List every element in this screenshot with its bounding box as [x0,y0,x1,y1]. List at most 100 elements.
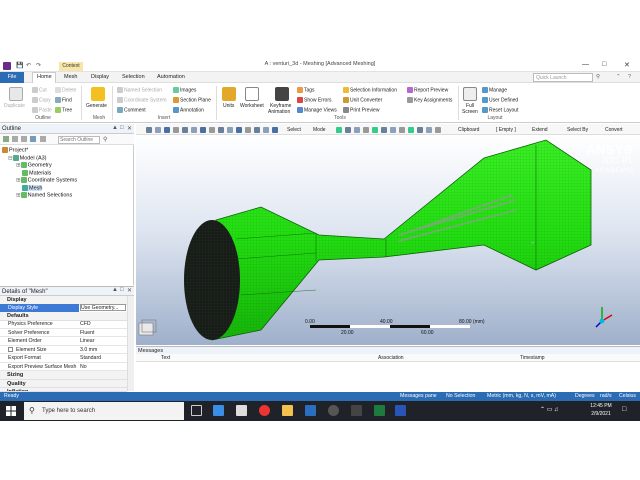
task-view-icon[interactable] [191,405,202,416]
detail-value[interactable]: Fluent [80,329,94,337]
detail-value[interactable]: 3.0 mm [80,346,97,354]
minimize-button[interactable]: — [582,61,589,68]
dock-icon[interactable]: □ [120,287,124,293]
tags-button[interactable]: Tags [297,87,315,93]
duplicate-button[interactable]: Duplicate [4,103,25,109]
section-quality[interactable]: Quality [0,379,127,388]
worksheet-button[interactable]: Worksheet [240,103,264,109]
excel-icon[interactable] [374,405,385,416]
photos-icon[interactable] [305,405,316,416]
toolbar-tool-icon[interactable] [390,127,396,133]
workbench-icon[interactable] [351,405,362,416]
units-button[interactable]: Units [223,103,234,109]
key-assignments-button[interactable]: Key Assignments [407,97,452,103]
select-button[interactable]: Select [287,127,301,133]
venturi-mesh-view[interactable]: + [136,135,640,345]
temperature-units[interactable]: Celsius [619,393,636,399]
toolbar-tool-icon[interactable] [155,127,161,133]
tree-node-geometry[interactable]: ⊞ Geometry [16,162,52,168]
tree-filter-icon[interactable] [3,136,9,142]
full-screen-button-line2[interactable]: Screen [462,109,478,115]
mail-icon[interactable] [213,405,224,416]
selection-information-button[interactable]: Selection Information [343,87,397,93]
col-header-association[interactable]: Association [378,355,404,361]
annotation-button[interactable]: Annotation [173,107,204,113]
detail-row[interactable]: Physics Preference CFD [0,320,127,329]
named-selection-button[interactable]: Named Selection [117,87,162,93]
coordinate-system-button[interactable]: Coordinate System [117,97,167,103]
tree-node-project[interactable]: Project* [2,147,28,153]
close-panel-icon[interactable]: ✕ [127,125,132,132]
tab-file[interactable]: File [0,72,24,83]
mode-dropdown[interactable]: Mode [313,127,326,133]
comment-button[interactable]: Comment [117,107,146,113]
search-outline-input[interactable] [58,136,100,144]
tree-node-coordinate-systems[interactable]: ⊞ Coordinate Systems [16,177,77,183]
tab-automation[interactable]: Automation [157,74,185,80]
toolbar-tool-icon[interactable] [200,127,206,133]
notifications-icon[interactable]: □ [622,406,626,413]
toolbar-tool-icon[interactable] [399,127,405,133]
toolbar-tool-icon[interactable] [209,127,215,133]
toolbar-tool-icon[interactable] [354,127,360,133]
messages-pane-toggle[interactable]: Messages pane [400,393,437,399]
detail-value[interactable]: Standard [80,354,101,362]
close-button[interactable]: ✕ [624,61,630,69]
store-icon[interactable] [236,405,247,416]
collapse-all-icon[interactable] [21,136,27,142]
toolbar-tool-icon[interactable] [164,127,170,133]
reset-layout-button[interactable]: Reset Layout [482,107,518,113]
detail-row[interactable]: Export Format Standard [0,354,127,363]
toolbar-tool-icon[interactable] [146,127,152,133]
save-icon[interactable]: 💾 [16,62,23,69]
toolbar-tool-icon[interactable] [263,127,269,133]
toolbar-tool-icon[interactable] [417,127,423,133]
help-icon[interactable]: ? [628,74,631,80]
toolbar-tool-icon[interactable] [381,127,387,133]
redo-icon[interactable]: ↷ [36,62,41,69]
display-style-dropdown[interactable]: Use Geometry... [80,304,126,311]
manage-views-button[interactable]: Manage Views [297,107,337,113]
unit-converter-button[interactable]: Unit Converter [343,97,382,103]
details-scrollbar[interactable] [127,296,134,391]
detail-row[interactable]: Export Preview Surface Mesh No [0,363,127,371]
section-sizing[interactable]: Sizing [0,371,127,380]
copy-button[interactable]: Copy [32,97,51,103]
toolbar-tool-icon[interactable] [435,127,441,133]
maximize-button[interactable]: □ [602,61,606,68]
sort-icon[interactable] [30,136,36,142]
show-errors-button[interactable]: Show Errors [297,97,332,103]
windows-start-icon[interactable] [6,406,16,416]
tab-mesh[interactable]: Mesh [64,74,77,80]
rotation-units[interactable]: rad/s [600,393,612,399]
toolbar-tool-icon[interactable] [345,127,351,133]
taskbar-clock[interactable]: 12:45 PM 2/9/2021 [586,402,616,418]
detail-value[interactable]: No [80,363,87,371]
images-button[interactable]: Images [173,87,196,93]
pin-icon[interactable]: ▲ [112,287,118,293]
report-preview-button[interactable]: Report Preview [407,87,448,93]
col-header-timestamp[interactable]: Timestamp [520,355,545,361]
unit-system[interactable]: Metric (mm, kg, N, s, mV, mA) [487,393,556,399]
detail-row[interactable]: Solver Preference Fluent [0,329,127,337]
find-button[interactable]: Find [55,97,72,103]
toolbar-tool-icon[interactable] [372,127,378,133]
toolbar-tool-icon[interactable] [227,127,233,133]
tab-selection[interactable]: Selection [122,74,145,80]
tab-home[interactable]: Home [37,74,52,80]
taskbar-search-box[interactable]: Type here to search [24,402,184,420]
meshing-app-icon[interactable] [395,405,406,416]
parameter-checkbox[interactable] [8,346,13,352]
close-panel-icon[interactable]: ✕ [127,287,132,294]
print-preview-button[interactable]: Print Preview [343,107,379,113]
search-icon[interactable]: ⚲ [103,136,107,143]
col-header-text[interactable]: Text [161,355,170,361]
paste-button[interactable]: Paste [32,107,52,113]
tree-button[interactable]: Tree [55,107,72,113]
search-icon[interactable]: ⚲ [596,74,600,80]
clipboard-button[interactable]: Clipboard [458,127,479,133]
convert-dropdown[interactable]: Convert [605,127,623,133]
toolbar-tool-icon[interactable] [254,127,260,133]
toolbar-tool-icon[interactable] [272,127,278,133]
section-plane-button[interactable]: Section Plane [173,97,211,103]
